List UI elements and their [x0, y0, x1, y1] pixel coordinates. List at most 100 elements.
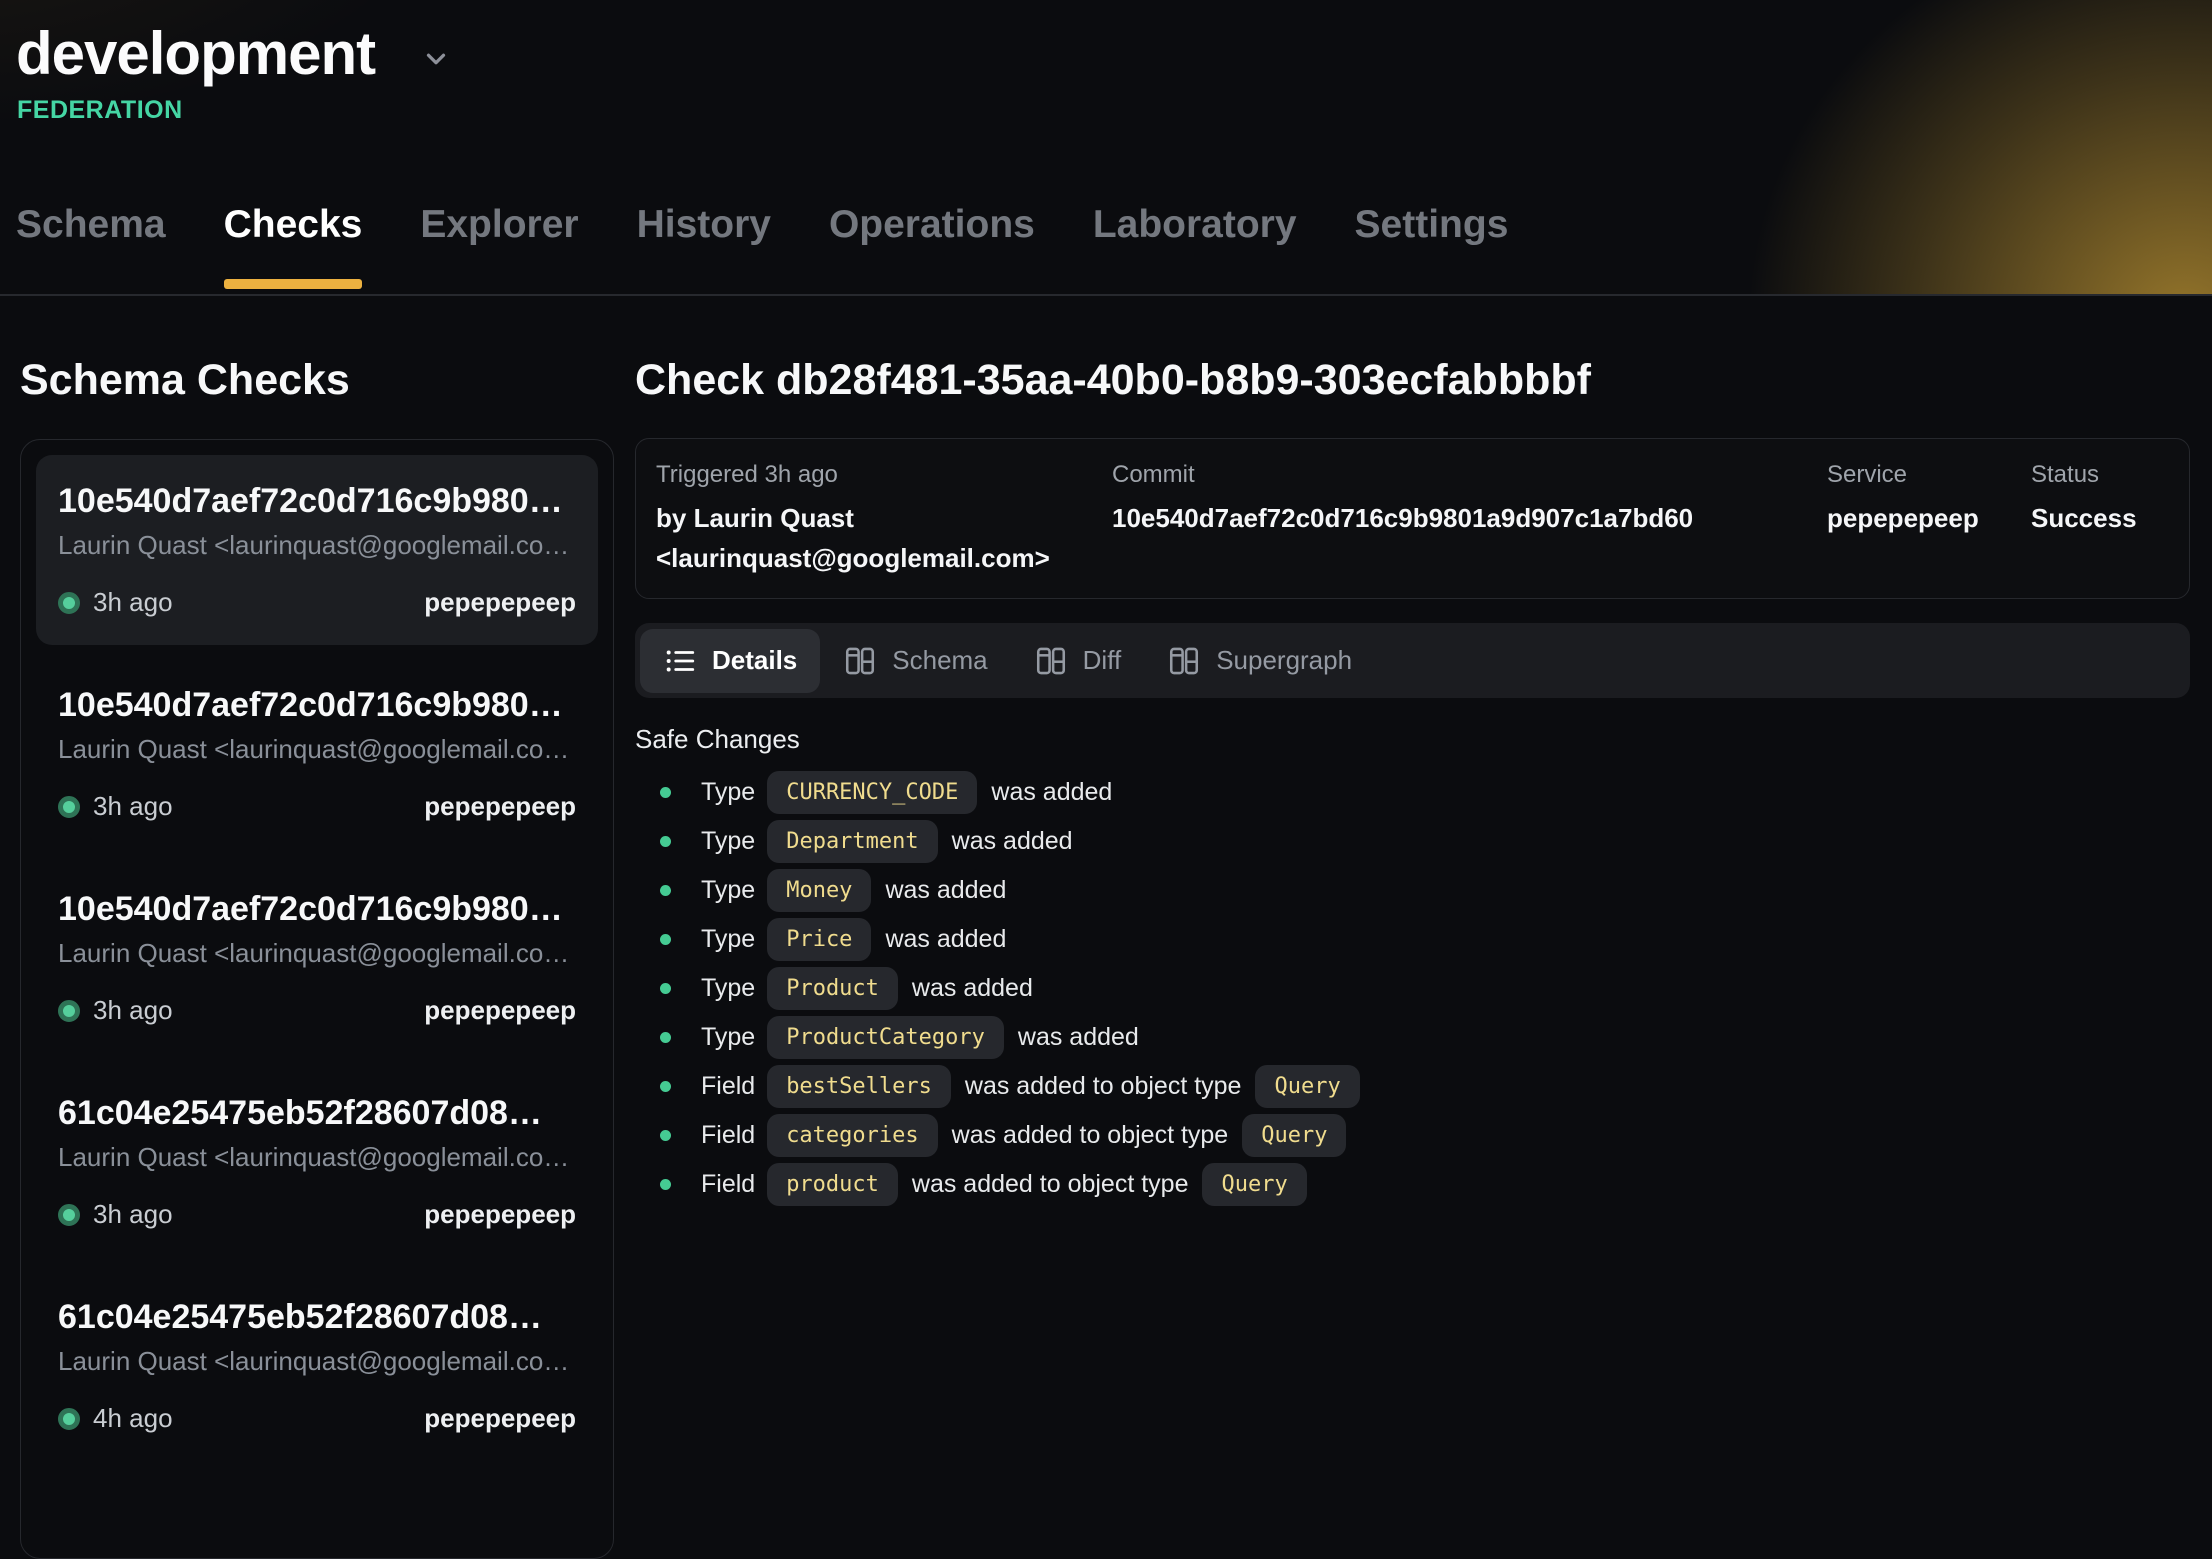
- tab-label: Supergraph: [1216, 645, 1352, 676]
- tab-label: Diff: [1083, 645, 1122, 676]
- change-description: was added: [885, 876, 1006, 905]
- check-item-meta: 3h ago pepepepeep: [58, 995, 576, 1026]
- change-row: Type Money was added: [660, 867, 2190, 913]
- bullet-icon: [660, 787, 671, 798]
- change-kind: Field: [701, 1121, 755, 1150]
- check-item-meta: 4h ago pepepepeep: [58, 1403, 576, 1434]
- check-item-time: 3h ago: [93, 995, 173, 1026]
- nav-tab-settings[interactable]: Settings: [1355, 205, 1509, 294]
- check-view-tabs: Details Schema Diff Supergraph: [635, 623, 2190, 698]
- nav-tab-explorer[interactable]: Explorer: [420, 205, 578, 294]
- check-item-time: 3h ago: [93, 587, 173, 618]
- change-row: TypeDepartmentwas added: [660, 818, 2190, 864]
- change-description: was added to object type: [912, 1170, 1189, 1199]
- check-item-service: pepepepeep: [424, 995, 576, 1026]
- change-name-chip: product: [767, 1163, 898, 1206]
- meta-commit: Commit 10e540d7aef72c0d716c9b9801a9d907c…: [1112, 461, 1827, 578]
- check-item-service: pepepepeep: [424, 1199, 576, 1230]
- change-kind: Type: [701, 876, 755, 905]
- nav-tab-history[interactable]: History: [637, 205, 771, 294]
- check-item-title: 10e540d7aef72c0d716c9b980…: [58, 685, 576, 725]
- meta-triggered-label: Triggered 3h ago: [656, 461, 1112, 489]
- change-name-chip: categories: [767, 1114, 937, 1157]
- status-dot-icon: [58, 796, 80, 818]
- meta-service: Service pepepepeep: [1827, 461, 2031, 578]
- change-kind: Type: [701, 925, 755, 954]
- change-kind: Type: [701, 974, 755, 1003]
- change-name-chip: ProductCategory: [767, 1016, 1004, 1059]
- change-description: was added: [991, 778, 1112, 807]
- change-name-chip: Price: [767, 918, 871, 961]
- change-name-chip: Money: [767, 869, 871, 912]
- check-list-item[interactable]: 10e540d7aef72c0d716c9b980… Laurin Quast <…: [36, 659, 598, 849]
- object-type-chip: Query: [1242, 1114, 1346, 1157]
- change-description: was added: [1018, 1023, 1139, 1052]
- check-item-author: Laurin Quast <laurinquast@googlemail.co…: [58, 1141, 576, 1173]
- columns-icon: [1167, 644, 1201, 678]
- nav-tab-checks[interactable]: Checks: [224, 205, 363, 294]
- change-description: was added: [952, 827, 1073, 856]
- nav-tab-schema[interactable]: Schema: [16, 205, 166, 294]
- change-row: Fieldcategorieswas added to object typeQ…: [660, 1112, 2190, 1158]
- status-dot-icon: [58, 1204, 80, 1226]
- bullet-icon: [660, 1081, 671, 1092]
- change-name-chip: Product: [767, 967, 898, 1010]
- change-name-chip: Department: [767, 820, 937, 863]
- page-content: Schema Checks 10e540d7aef72c0d716c9b980……: [0, 296, 2212, 1559]
- check-item-title: 10e540d7aef72c0d716c9b980…: [58, 481, 576, 521]
- change-row: Type Product was added: [660, 965, 2190, 1011]
- check-item-time: 4h ago: [93, 1403, 173, 1434]
- change-row: FieldbestSellerswas added to object type…: [660, 1063, 2190, 1109]
- status-dot-icon: [58, 1000, 80, 1022]
- check-item-title: 61c04e25475eb52f28607d08…: [58, 1093, 576, 1133]
- tab-details[interactable]: Details: [640, 629, 820, 693]
- check-list-item[interactable]: 10e540d7aef72c0d716c9b980…Laurin Quast <…: [36, 863, 598, 1053]
- tab-supergraph[interactable]: Supergraph: [1144, 629, 1375, 693]
- check-item-time: 3h ago: [93, 1199, 173, 1230]
- check-item-meta: 3h agopepepepeep: [58, 791, 576, 822]
- meta-triggered-value: by Laurin Quast <laurinquast@googlemail.…: [656, 498, 1076, 578]
- check-item-title: 61c04e25475eb52f28607d08…: [58, 1297, 576, 1337]
- bullet-icon: [660, 1032, 671, 1043]
- bullet-icon: [660, 885, 671, 896]
- change-row: TypeProductCategorywas added: [660, 1014, 2190, 1060]
- change-kind: Type: [701, 778, 755, 807]
- status-dot-icon: [58, 1408, 80, 1430]
- check-list-item[interactable]: 10e540d7aef72c0d716c9b980… Laurin Quast <…: [36, 455, 598, 645]
- status-dot-icon: [58, 592, 80, 614]
- main-nav: Schema Checks Explorer History Operations Lab…: [16, 205, 1508, 294]
- bullet-icon: [660, 983, 671, 994]
- meta-service-label: Service: [1827, 461, 2031, 489]
- change-description: was added to object type: [965, 1072, 1242, 1101]
- object-type-chip: Query: [1255, 1065, 1359, 1108]
- bullet-icon: [660, 1130, 671, 1141]
- nav-tab-operations[interactable]: Operations: [829, 205, 1035, 294]
- check-item-author: Laurin Quast <laurinquast@googlemail.co…: [58, 937, 576, 969]
- check-item-meta: 3h agopepepepeep: [58, 587, 576, 618]
- chevron-down-icon[interactable]: [421, 44, 451, 74]
- meta-commit-value: 10e540d7aef72c0d716c9b9801a9d907c1a7bd60: [1112, 498, 1827, 538]
- change-description: was added: [885, 925, 1006, 954]
- checks-list: 10e540d7aef72c0d716c9b980… Laurin Quast <…: [20, 439, 614, 1559]
- meta-triggered: Triggered 3h ago by Laurin Quast <laurin…: [656, 461, 1112, 578]
- check-item-author: Laurin Quast <laurinquast@googlemail.co…: [58, 733, 576, 765]
- meta-service-value: pepepepeep: [1827, 498, 2031, 538]
- bullet-icon: [660, 1179, 671, 1190]
- tab-diff[interactable]: Diff: [1011, 629, 1145, 693]
- check-item-service: pepepepeep: [424, 1403, 576, 1434]
- check-item-service: pepepepeep: [424, 791, 576, 822]
- tab-schema[interactable]: Schema: [820, 629, 1010, 693]
- change-row: TypeCURRENCY_CODEwas added: [660, 769, 2190, 815]
- check-item-author: Laurin Quast <laurinquast@googlemail.co…: [58, 1345, 576, 1377]
- columns-icon: [1034, 644, 1068, 678]
- target-name: development: [16, 24, 375, 84]
- bullet-icon: [660, 934, 671, 945]
- check-list-item[interactable]: 61c04e25475eb52f28607d08… Laurin Quast <l…: [36, 1271, 598, 1461]
- meta-status-value: Success: [2031, 498, 2189, 538]
- check-item-author: Laurin Quast <laurinquast@googlemail.co…: [58, 529, 576, 561]
- change-description: was added: [912, 974, 1033, 1003]
- check-list-item[interactable]: 61c04e25475eb52f28607d08… Laurin Quast <l…: [36, 1067, 598, 1257]
- page-header: development FEDERATION SchemaChecksExplo…: [0, 0, 2212, 296]
- tab-label: Schema: [892, 645, 987, 676]
- nav-tab-laboratory[interactable]: Laboratory: [1093, 205, 1297, 294]
